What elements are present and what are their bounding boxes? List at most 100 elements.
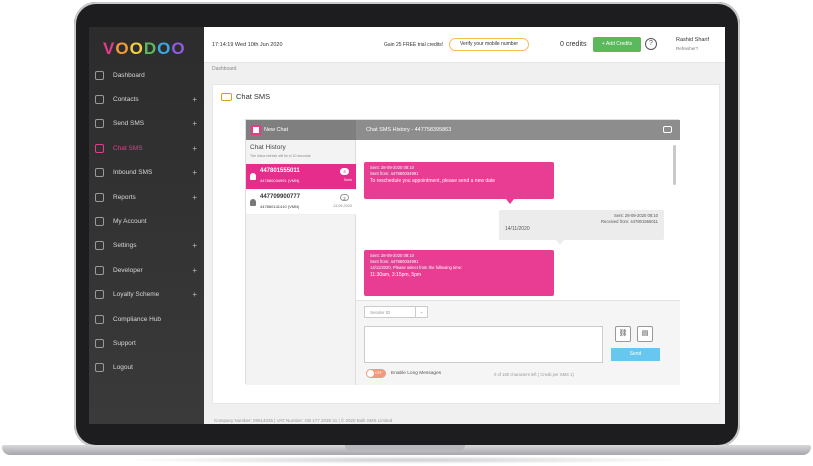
top-bar: 17:14:19 Wed 10th Jun 2020 Gain 25 FREE …: [204, 27, 725, 63]
sidebar-item-label: My Account: [113, 218, 147, 226]
credits-balance: 0 credits: [560, 41, 587, 48]
sidebar-item-my-account[interactable]: My Account: [89, 209, 204, 233]
message-text-line2: 11:30am, 3:15pm, 5pm: [370, 272, 422, 278]
history-header: Chat SMS History - 447758395863: [356, 120, 680, 140]
sidebar-item-label: Send SMS: [113, 120, 145, 128]
sidebar-item-send-sms[interactable]: Send SMS +: [89, 112, 204, 136]
send-sms-icon: [95, 119, 104, 129]
sidebar-item-developer[interactable]: Developer +: [89, 258, 204, 282]
user-name: Rashid Sharif: [676, 37, 710, 43]
upload-icon[interactable]: [663, 126, 672, 133]
conversation-time: 13.06.2020: [332, 204, 352, 208]
sidebar-item-compliance-hub[interactable]: Compliance Hub: [89, 307, 204, 331]
sidebar-item-label: Inbound SMS: [113, 169, 153, 177]
breadcrumb[interactable]: Dashboard: [212, 66, 236, 72]
new-chat-label: New Chat: [264, 127, 289, 133]
wrench-icon: [95, 241, 104, 251]
chat-icon: [95, 143, 104, 153]
chat-history-subtitle: The inbox refresh will be in 10 seconds: [250, 154, 311, 158]
sidebar-item-label: Compliance Hub: [113, 315, 162, 323]
sidebar-item-label: Support: [113, 339, 136, 347]
sidebar-item-label: Settings: [113, 242, 137, 250]
expand-icon[interactable]: +: [192, 290, 197, 299]
sidebar-item-support[interactable]: Support: [89, 331, 204, 355]
link-icon[interactable]: ⛓: [615, 326, 631, 342]
message-input[interactable]: [364, 326, 603, 363]
account-icon: [95, 217, 104, 227]
sidebar-item-label: Developer: [113, 266, 143, 274]
thread-scrollbar[interactable]: [673, 145, 676, 185]
help-icon[interactable]: ?: [645, 38, 657, 50]
expand-icon[interactable]: +: [192, 266, 197, 275]
sidebar-item-settings[interactable]: Settings +: [89, 234, 204, 258]
conversation-vmn: 447860034991 (VMN): [260, 178, 300, 183]
sidebar-item-chat-sms[interactable]: Chat SMS +: [89, 136, 204, 160]
person-icon: [250, 173, 256, 180]
add-credits-button[interactable]: + Add Credits: [593, 37, 641, 52]
shield-icon: [95, 314, 104, 324]
message-thread: Sent: 28-09-2020 08:10 Sent from: 447860…: [356, 140, 680, 300]
sent-message: Sent: 28-09-2020 08:10 Sent from: 447860…: [364, 250, 554, 296]
chat-history-list: Chat History The inbox refresh will be i…: [246, 140, 356, 385]
user-menu[interactable]: Rashid Sharif Refresher?: [676, 37, 709, 51]
tag-icon: [95, 290, 104, 300]
send-button[interactable]: Send: [611, 348, 660, 361]
chat-panel: New Chat Chat SMS History - 447758395863…: [245, 119, 680, 385]
inbound-icon: [95, 168, 104, 178]
sidebar-item-inbound-sms[interactable]: Inbound SMS +: [89, 161, 204, 185]
laptop-shadow: [120, 456, 693, 464]
conversation-item[interactable]: 447709900777 447860141410 (VMN) 2 13.06.…: [246, 190, 356, 215]
sidebar-item-logout[interactable]: Logout: [89, 356, 204, 380]
characters-left: 0 of 160 characters left ( Credit per SM…: [494, 372, 574, 377]
sidebar-item-label: Reports: [113, 193, 136, 201]
page-title-text: Chat SMS: [236, 92, 271, 101]
expand-icon[interactable]: +: [192, 119, 197, 128]
footer-text: Company Number: 09614035 | VAT Number: G…: [214, 418, 393, 423]
page-title: Chat SMS: [221, 92, 271, 102]
new-chat-icon: [251, 125, 261, 135]
sidebar-item-loyalty-scheme[interactable]: Loyalty Scheme +: [89, 283, 204, 307]
received-message: Sent: 28-09-2020 08:10 Received from: 44…: [499, 210, 664, 240]
logo-letter: O: [129, 39, 144, 58]
sidebar-item-label: Chat SMS: [113, 144, 143, 152]
conversation-time: 5min: [343, 178, 352, 182]
contacts-icon: [95, 95, 104, 105]
long-messages-label: Enable Long Messages: [391, 371, 442, 376]
conversation-item[interactable]: 447801555011 447860034991 (VMN) 4 5min: [246, 164, 356, 189]
sidebar-item-reports[interactable]: Reports +: [89, 185, 204, 209]
chat-bubble-icon: [221, 93, 232, 102]
message-text: To reschedule you appointment, please se…: [370, 178, 496, 184]
sidebar-item-label: Loyalty Scheme: [113, 291, 160, 299]
user-subtitle: Refresher?: [676, 46, 699, 51]
chat-sms-card: Chat SMS New Chat Chat SMS History - 447…: [212, 84, 720, 404]
conversation-vmn: 447860141410 (VMN): [260, 204, 300, 209]
sender-id-select[interactable]: Sender ID ⌄: [364, 306, 428, 318]
dashboard-icon: [95, 70, 104, 80]
unread-badge: 2: [340, 194, 349, 201]
unread-badge: 4: [340, 168, 349, 175]
long-messages-toggle[interactable]: OFF: [366, 369, 386, 378]
expand-icon[interactable]: +: [192, 144, 197, 153]
expand-icon[interactable]: +: [192, 168, 197, 177]
logo[interactable]: VOODOO: [103, 39, 186, 59]
sidebar-item-contacts[interactable]: Contacts +: [89, 87, 204, 111]
sidebar-item-dashboard[interactable]: Dashboard: [89, 63, 204, 87]
logo-letter: O: [171, 39, 186, 58]
reports-icon: [95, 192, 104, 202]
toggle-state: OFF: [375, 371, 382, 375]
logo-letter: D: [143, 39, 158, 58]
template-icon[interactable]: ▤: [637, 326, 653, 342]
logo-letter: O: [157, 39, 172, 58]
bubble-tail: [556, 240, 564, 245]
conversation-number: 447709900777: [260, 194, 301, 200]
bubble-tail: [506, 199, 514, 204]
conversation-number: 447801555011: [260, 168, 300, 174]
code-icon: [95, 265, 104, 275]
laptop-notch: [345, 445, 465, 451]
sidebar-item-label: Contacts: [113, 96, 139, 104]
expand-icon[interactable]: +: [192, 241, 197, 250]
expand-icon[interactable]: +: [192, 193, 197, 202]
new-chat-button[interactable]: New Chat: [246, 120, 356, 140]
verify-mobile-button[interactable]: Verify your mobile number: [449, 38, 529, 51]
expand-icon[interactable]: +: [192, 95, 197, 104]
